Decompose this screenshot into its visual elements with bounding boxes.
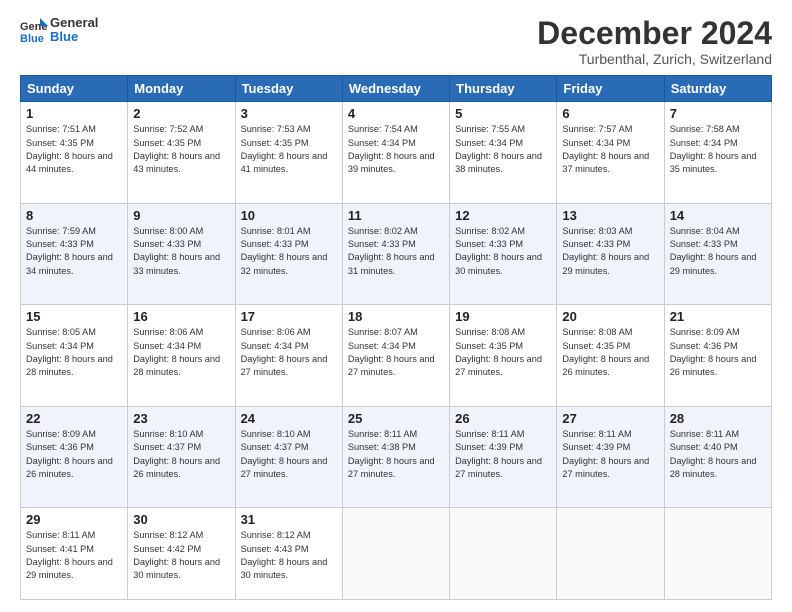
table-row: 13Sunrise: 8:03 AMSunset: 4:33 PMDayligh…	[557, 203, 664, 305]
table-row: 8Sunrise: 7:59 AMSunset: 4:33 PMDaylight…	[21, 203, 128, 305]
table-row	[557, 508, 664, 600]
table-row: 18Sunrise: 8:07 AMSunset: 4:34 PMDayligh…	[342, 305, 449, 407]
header: General Blue General Blue December 2024 …	[20, 16, 772, 67]
table-row: 23Sunrise: 8:10 AMSunset: 4:37 PMDayligh…	[128, 406, 235, 508]
table-row: 21Sunrise: 8:09 AMSunset: 4:36 PMDayligh…	[664, 305, 771, 407]
header-sunday: Sunday	[21, 76, 128, 102]
title-section: December 2024 Turbenthal, Zurich, Switze…	[537, 16, 772, 67]
header-thursday: Thursday	[450, 76, 557, 102]
table-row: 28Sunrise: 8:11 AMSunset: 4:40 PMDayligh…	[664, 406, 771, 508]
header-wednesday: Wednesday	[342, 76, 449, 102]
header-monday: Monday	[128, 76, 235, 102]
table-row: 19Sunrise: 8:08 AMSunset: 4:35 PMDayligh…	[450, 305, 557, 407]
table-row: 10Sunrise: 8:01 AMSunset: 4:33 PMDayligh…	[235, 203, 342, 305]
logo: General Blue General Blue	[20, 16, 98, 45]
table-row: 20Sunrise: 8:08 AMSunset: 4:35 PMDayligh…	[557, 305, 664, 407]
calendar-page: General Blue General Blue December 2024 …	[0, 0, 792, 612]
table-row: 25Sunrise: 8:11 AMSunset: 4:38 PMDayligh…	[342, 406, 449, 508]
table-row: 9Sunrise: 8:00 AMSunset: 4:33 PMDaylight…	[128, 203, 235, 305]
table-row: 4Sunrise: 7:54 AMSunset: 4:34 PMDaylight…	[342, 102, 449, 204]
table-row: 1Sunrise: 7:51 AMSunset: 4:35 PMDaylight…	[21, 102, 128, 204]
table-row: 30Sunrise: 8:12 AMSunset: 4:42 PMDayligh…	[128, 508, 235, 600]
table-row	[450, 508, 557, 600]
logo-icon: General Blue	[20, 16, 48, 44]
header-saturday: Saturday	[664, 76, 771, 102]
table-row: 2Sunrise: 7:52 AMSunset: 4:35 PMDaylight…	[128, 102, 235, 204]
month-title: December 2024	[537, 16, 772, 51]
table-row: 24Sunrise: 8:10 AMSunset: 4:37 PMDayligh…	[235, 406, 342, 508]
table-row: 27Sunrise: 8:11 AMSunset: 4:39 PMDayligh…	[557, 406, 664, 508]
table-row: 22Sunrise: 8:09 AMSunset: 4:36 PMDayligh…	[21, 406, 128, 508]
header-friday: Friday	[557, 76, 664, 102]
table-row: 29Sunrise: 8:11 AMSunset: 4:41 PMDayligh…	[21, 508, 128, 600]
table-row: 26Sunrise: 8:11 AMSunset: 4:39 PMDayligh…	[450, 406, 557, 508]
table-row: 7Sunrise: 7:58 AMSunset: 4:34 PMDaylight…	[664, 102, 771, 204]
table-row: 11Sunrise: 8:02 AMSunset: 4:33 PMDayligh…	[342, 203, 449, 305]
location: Turbenthal, Zurich, Switzerland	[537, 51, 772, 67]
table-row: 12Sunrise: 8:02 AMSunset: 4:33 PMDayligh…	[450, 203, 557, 305]
table-row: 16Sunrise: 8:06 AMSunset: 4:34 PMDayligh…	[128, 305, 235, 407]
header-tuesday: Tuesday	[235, 76, 342, 102]
svg-text:Blue: Blue	[20, 33, 44, 44]
logo-line1: General	[50, 16, 98, 30]
table-row: 5Sunrise: 7:55 AMSunset: 4:34 PMDaylight…	[450, 102, 557, 204]
days-header-row: Sunday Monday Tuesday Wednesday Thursday…	[21, 76, 772, 102]
table-row	[664, 508, 771, 600]
logo-line2: Blue	[50, 30, 98, 44]
table-row: 14Sunrise: 8:04 AMSunset: 4:33 PMDayligh…	[664, 203, 771, 305]
table-row: 3Sunrise: 7:53 AMSunset: 4:35 PMDaylight…	[235, 102, 342, 204]
table-row: 15Sunrise: 8:05 AMSunset: 4:34 PMDayligh…	[21, 305, 128, 407]
calendar-table: Sunday Monday Tuesday Wednesday Thursday…	[20, 75, 772, 600]
table-row: 17Sunrise: 8:06 AMSunset: 4:34 PMDayligh…	[235, 305, 342, 407]
table-row: 6Sunrise: 7:57 AMSunset: 4:34 PMDaylight…	[557, 102, 664, 204]
table-row	[342, 508, 449, 600]
table-row: 31Sunrise: 8:12 AMSunset: 4:43 PMDayligh…	[235, 508, 342, 600]
